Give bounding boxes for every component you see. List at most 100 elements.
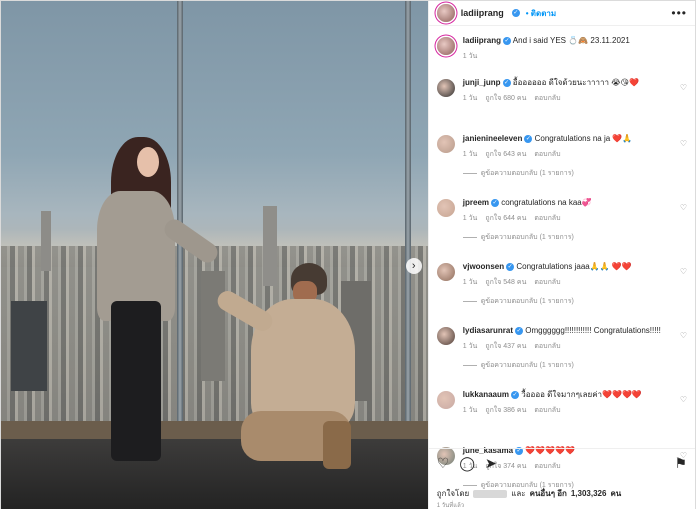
comment-meta: 1 วัน ถูกใจ 680 คน ตอบกลับ (463, 93, 687, 104)
comment-username[interactable]: vjwoonsen (463, 262, 504, 271)
floor (1, 439, 428, 509)
commenter-avatar[interactable] (436, 327, 455, 345)
comment-row: lukkanaaum ✓ วื้ออออ ดีใจมากๆเลยค่า❤️❤️❤️… (436, 389, 687, 439)
view-replies-label[interactable]: ดูข้อความตอบกลับ (1 รายการ) (481, 296, 574, 307)
woman-trousers (111, 301, 161, 461)
follow-button[interactable]: • ติดตาม (526, 7, 556, 20)
comment-row: jpreem ✓ congratulations na kaa💞 1 วัน ถู… (436, 197, 687, 255)
comment-likes[interactable]: ถูกใจ 643 คน (485, 149, 526, 160)
comment-username[interactable]: lydiasarunrat (463, 326, 513, 335)
verified-badge-icon: ✓ (515, 326, 524, 335)
comment-text: วื้ออออ ดีใจมากๆเลยค่า❤️❤️❤️❤️ (521, 390, 642, 399)
replies-dash (462, 237, 477, 238)
post-photo[interactable]: › (1, 1, 428, 509)
instagram-post-frame: › ladiiprang ✓ • ติดตาม ••• ladiiprang ✓ … (0, 0, 696, 509)
view-replies-link[interactable]: ดูข้อความตอบกลับ (1 รายการ) (462, 232, 687, 243)
comment-like-heart-icon[interactable]: ♡ (680, 203, 687, 212)
caption-text: And i said YES 💍🙈 23.11.2021 (512, 36, 630, 45)
caption-age: 1 วัน (462, 53, 478, 60)
likes-suffix: คน (610, 489, 622, 498)
window-ledge (1, 421, 428, 439)
commenter-avatar[interactable] (436, 79, 455, 97)
likes-summary: ถูกใจโดย และ คนอื่นๆ อีก 1,303,326 คน (429, 487, 695, 500)
comment-username[interactable]: junji_junp (463, 78, 501, 87)
comment-age: 1 วัน (462, 95, 478, 102)
comment-text-line: vjwoonsen ✓ Congratulations jaaa🙏🙏 ❤️❤️ (463, 261, 687, 272)
verified-badge-icon: ✓ (511, 9, 520, 17)
comment-likes[interactable]: ถูกใจ 680 คน (485, 93, 526, 104)
commenter-avatar[interactable] (436, 263, 455, 281)
commenter-avatar[interactable] (436, 135, 455, 153)
window-frame (405, 1, 411, 440)
caption: ladiiprang ✓ And i said YES 💍🙈 23.11.2021… (436, 35, 687, 69)
author-avatar[interactable] (436, 4, 455, 22)
comment-meta: 1 วัน ถูกใจ 644 คน ตอบกลับ (463, 213, 687, 224)
post-header: ladiiprang ✓ • ติดตาม ••• (428, 1, 695, 26)
comment-meta: 1 วัน ถูกใจ 643 คน ตอบกลับ (463, 149, 687, 160)
verified-badge-icon: ✓ (503, 36, 511, 45)
skyscraper (11, 301, 47, 391)
comment-text: Congratulations na ja ❤️🙏 (534, 134, 633, 143)
author-username[interactable]: ladiiprang (461, 8, 504, 18)
comment-like-heart-icon[interactable]: ♡ (680, 331, 687, 340)
comment-like-heart-icon[interactable]: ♡ (680, 395, 687, 404)
comment-row: vjwoonsen ✓ Congratulations jaaa🙏🙏 ❤️❤️ 1… (436, 261, 687, 319)
comment-username[interactable]: janienineeleven (463, 134, 523, 143)
share-icon[interactable]: ➤ (485, 455, 497, 472)
verified-badge-icon: ✓ (506, 262, 515, 271)
reply-button[interactable]: ตอบกลับ (534, 277, 560, 288)
comment-meta: 1 วัน ถูกใจ 437 คน ตอบกลับ (463, 341, 687, 352)
comment-age: 1 วัน (462, 343, 478, 350)
comment-age: 1 วัน (462, 407, 478, 414)
comment-like-heart-icon[interactable]: ♡ (680, 139, 687, 148)
reply-button[interactable]: ตอบกลับ (534, 93, 560, 104)
comment-like-heart-icon[interactable]: ♡ (680, 83, 687, 92)
carousel-next-button[interactable]: › (405, 258, 422, 274)
reply-button[interactable]: ตอบกลับ (534, 405, 560, 416)
view-replies-label[interactable]: ดูข้อความตอบกลับ (1 รายการ) (481, 168, 574, 179)
comment-likes[interactable]: ถูกใจ 548 คน (485, 277, 526, 288)
comment-text-line: jpreem ✓ congratulations na kaa💞 (463, 197, 687, 208)
comment-meta: 1 วัน ถูกใจ 548 คน ตอบกลับ (463, 277, 687, 288)
reply-button[interactable]: ตอบกลับ (534, 341, 560, 352)
comment-likes[interactable]: ถูกใจ 644 คน (485, 213, 526, 224)
comment-likes[interactable]: ถูกใจ 437 คน (485, 341, 526, 352)
post-date: 1 วันที่แล้ว (436, 503, 465, 509)
comment-text: congratulations na kaa💞 (501, 198, 592, 207)
comment-text-line: lukkanaaum ✓ วื้ออออ ดีใจมากๆเลยค่า❤️❤️❤️… (463, 389, 687, 400)
comment-icon[interactable]: ◯ (459, 455, 475, 472)
comment-row: janienineeleven ✓ Congratulations na ja ❤… (436, 133, 687, 191)
caption-username[interactable]: ladiiprang (463, 36, 501, 45)
view-replies-link[interactable]: ดูข้อความตอบกลับ (1 รายการ) (462, 296, 687, 307)
bookmark-icon[interactable]: ⚑ (674, 455, 687, 472)
caption-meta: 1 วัน (463, 51, 687, 62)
heart-icon[interactable]: ♡ (437, 455, 450, 472)
comment-age: 1 วัน (462, 215, 478, 222)
view-replies-link[interactable]: ดูข้อความตอบกลับ (1 รายการ) (462, 360, 687, 371)
view-replies-label[interactable]: ดูข้อความตอบกลับ (1 รายการ) (481, 360, 574, 371)
commenter-avatar[interactable] (436, 391, 455, 409)
more-options-icon[interactable]: ••• (671, 6, 687, 20)
view-replies-link[interactable]: ดูข้อความตอบกลับ (1 รายการ) (462, 168, 687, 179)
skyscraper (41, 211, 51, 271)
comment-username[interactable]: lukkanaaum (463, 390, 509, 399)
comment-rows: junji_junp ✓ อื้ออออออ ดีใจด้วยนะาาาาา 😭😘… (436, 77, 687, 503)
caption-avatar[interactable] (436, 37, 455, 55)
likes-count[interactable]: 1,303,326 (571, 489, 607, 498)
replies-dash (462, 173, 477, 174)
redacted-username (473, 489, 508, 498)
caption-text-line: ladiiprang ✓ And i said YES 💍🙈 23.11.2021 (463, 35, 687, 46)
commenter-avatar[interactable] (436, 199, 455, 217)
comment-username[interactable]: jpreem (463, 198, 489, 207)
reply-button[interactable]: ตอบกลับ (534, 149, 560, 160)
likes-others-prefix[interactable]: คนอื่นๆ อีก (530, 487, 567, 500)
comment-text: Congratulations jaaa🙏🙏 ❤️❤️ (516, 262, 632, 271)
view-replies-label[interactable]: ดูข้อความตอบกลับ (1 รายการ) (481, 232, 574, 243)
likes-middle: และ (511, 489, 526, 498)
reply-button[interactable]: ตอบกลับ (534, 213, 560, 224)
verified-badge-icon: ✓ (491, 198, 499, 207)
comment-like-heart-icon[interactable]: ♡ (680, 267, 687, 276)
skyscraper (201, 271, 225, 381)
comment-likes[interactable]: ถูกใจ 386 คน (485, 405, 526, 416)
comments-list: ladiiprang ✓ And i said YES 💍🙈 23.11.2021… (429, 35, 695, 503)
